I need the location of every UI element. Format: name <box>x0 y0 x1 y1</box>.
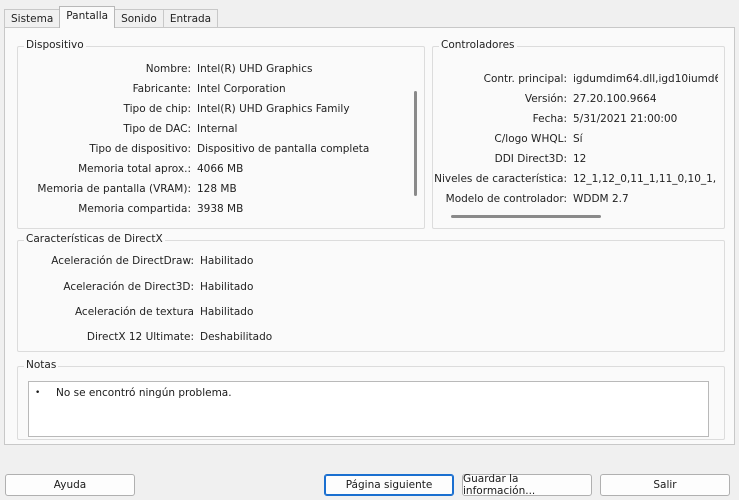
device-row: Memoria compartida: 3938 MB <box>18 201 243 217</box>
driver-value: 5/31/2021 21:00:00 <box>573 113 678 125</box>
driver-row: Niveles de característica: 12_1,12_0,11_… <box>433 171 718 187</box>
driver-label: Fecha: <box>532 113 567 125</box>
directx-value: Deshabilitado <box>200 331 273 343</box>
tab-pantalla[interactable]: Pantalla <box>59 6 116 28</box>
note-item: No se encontró ningún problema. <box>56 387 232 399</box>
driver-value: WDDM 2.7 <box>573 193 629 205</box>
device-value: 4066 MB <box>197 163 244 175</box>
notes-textarea[interactable]: • No se encontró ningún problema. <box>28 381 709 437</box>
driver-label: Versión: <box>524 93 567 105</box>
directx-value: Habilitado <box>200 255 254 267</box>
driver-label: C/logo WHQL: <box>494 133 567 145</box>
notes-group: Notas • No se encontró ningún problema. <box>17 359 725 440</box>
device-row: Nombre: Intel(R) UHD Graphics <box>18 61 313 77</box>
directx-group: Características de DirectX Aceleración d… <box>17 233 725 352</box>
exit-button[interactable]: Salir <box>600 474 730 496</box>
driver-label: Niveles de característica: <box>434 173 567 185</box>
device-row: Memoria de pantalla (VRAM): 128 MB <box>18 181 237 197</box>
tab-sonido[interactable]: Sonido <box>114 9 164 28</box>
driver-row: Fecha: 5/31/2021 21:00:00 <box>433 111 718 127</box>
driver-row: C/logo WHQL: Sí <box>433 131 718 147</box>
device-row: Memoria total aprox.: 4066 MB <box>18 161 243 177</box>
drivers-scrollbar[interactable] <box>451 215 601 218</box>
directx-label: Aceleración de Direct3D: <box>63 281 194 293</box>
pantalla-panel: Dispositivo Nombre: Intel(R) UHD Graphic… <box>4 27 735 445</box>
next-page-button[interactable]: Página siguiente <box>324 474 454 496</box>
device-value: Intel(R) UHD Graphics Family <box>197 103 350 115</box>
directx-group-title: Características de DirectX <box>24 233 165 245</box>
device-value: Intel(R) UHD Graphics <box>197 63 313 75</box>
device-value: 128 MB <box>197 183 237 195</box>
driver-label: DDI Direct3D: <box>494 153 567 165</box>
directx-label: DirectX 12 Ultimate: <box>86 331 194 343</box>
device-row: Tipo de DAC: Internal <box>18 121 237 137</box>
device-label: Tipo de chip: <box>123 103 191 115</box>
device-label: Fabricante: <box>132 83 191 95</box>
device-scrollbar[interactable] <box>414 91 417 196</box>
device-value: Intel Corporation <box>197 83 286 95</box>
save-info-button[interactable]: Guardar la información... <box>462 473 592 497</box>
directx-value: Habilitado <box>200 281 254 293</box>
device-group: Dispositivo Nombre: Intel(R) UHD Graphic… <box>17 39 425 229</box>
driver-label: Contr. principal: <box>483 73 567 85</box>
device-label: Memoria total aprox.: <box>78 163 191 175</box>
driver-value: Sí <box>573 133 583 145</box>
bullet-icon: • <box>35 388 41 398</box>
driver-row: Modelo de controlador: WDDM 2.7 <box>433 191 718 207</box>
device-group-title: Dispositivo <box>24 39 86 51</box>
device-value: Internal <box>197 123 238 135</box>
directx-row: Aceleración de textura Habilitado <box>18 304 253 320</box>
driver-value: 12 <box>573 153 587 165</box>
device-row: Tipo de dispositivo: Dispositivo de pant… <box>18 141 369 157</box>
device-label: Tipo de dispositivo: <box>89 143 191 155</box>
driver-value: 12_1,12_0,11_1,11_0,10_1, <box>573 173 717 185</box>
device-value: 3938 MB <box>197 203 244 215</box>
drivers-group-title: Controladores <box>439 39 517 51</box>
notes-group-title: Notas <box>24 359 59 371</box>
directx-row: DirectX 12 Ultimate: Deshabilitado <box>18 329 272 345</box>
driver-label: Modelo de controlador: <box>445 193 567 205</box>
device-label: Nombre: <box>145 63 191 75</box>
directx-value: Habilitado <box>200 306 254 318</box>
device-label: Memoria de pantalla (VRAM): <box>37 183 191 195</box>
directx-row: Aceleración de DirectDraw: Habilitado <box>18 253 253 269</box>
drivers-group: Controladores Contr. principal: igdumdim… <box>432 39 725 229</box>
device-value: Dispositivo de pantalla completa <box>197 143 370 155</box>
driver-row: DDI Direct3D: 12 <box>433 151 718 167</box>
help-button[interactable]: Ayuda <box>5 474 135 496</box>
device-row: Tipo de chip: Intel(R) UHD Graphics Fami… <box>18 101 350 117</box>
driver-row: Versión: 27.20.100.9664 <box>433 91 718 107</box>
tab-entrada[interactable]: Entrada <box>162 9 219 28</box>
directx-row: Aceleración de Direct3D: Habilitado <box>18 279 253 295</box>
driver-value: 27.20.100.9664 <box>573 93 657 105</box>
directx-label: Aceleración de DirectDraw: <box>51 255 194 267</box>
driver-value: igdumdim64.dll,igd10iumd64.dll <box>573 73 718 85</box>
directx-label: Aceleración de textura <box>74 306 194 318</box>
device-label: Tipo de DAC: <box>123 123 191 135</box>
device-row: Fabricante: Intel Corporation <box>18 81 286 97</box>
tab-bar: Sistema Pantalla Sonido Entrada <box>4 6 219 28</box>
device-label: Memoria compartida: <box>78 203 191 215</box>
driver-row: Contr. principal: igdumdim64.dll,igd10iu… <box>433 71 718 87</box>
tab-sistema[interactable]: Sistema <box>4 9 61 28</box>
